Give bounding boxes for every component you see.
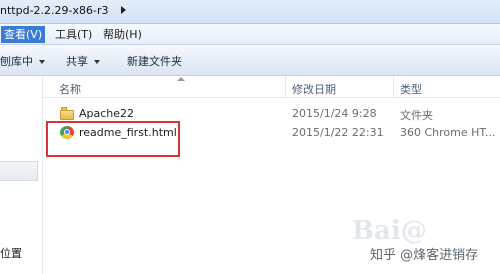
column-header-date-modified[interactable]: 修改日期 [292,81,336,97]
file-type: 360 Chrome HT... [400,126,496,139]
menu-bar: 查看(V) 工具(T) 帮助(H) [0,24,500,45]
new-folder-button[interactable]: 新建文件夹 [127,53,182,69]
baidu-watermark: Bai@ [352,216,427,246]
command-toolbar: 刨库中 共享 新建文件夹 [0,45,500,76]
column-separator[interactable] [393,76,394,98]
share-label: 共享 [66,55,88,68]
address-path[interactable]: nttpd-2.2.29-x86-r3 [0,4,109,17]
nav-selected-item[interactable] [0,161,38,181]
column-header-name[interactable]: 名称 [59,81,81,97]
breadcrumb-arrow-icon[interactable] [121,6,126,14]
column-header-type[interactable]: 类型 [400,81,422,97]
file-type: 文件夹 [400,109,433,122]
menu-help[interactable]: 帮助(H) [100,26,145,43]
address-bar[interactable]: nttpd-2.2.29-x86-r3 [0,0,500,24]
file-date-modified: 2015/1/22 22:31 [292,126,384,139]
file-list-header: 名称 修改日期 类型 [43,76,500,98]
file-name[interactable]: Apache22 [79,107,134,120]
share-button[interactable]: 共享 [66,53,100,69]
nav-item-location[interactable]: 位置 [0,245,22,261]
highlight-annotation-box [46,121,180,157]
include-in-library-button[interactable]: 刨库中 [0,53,45,69]
file-date-modified: 2015/1/24 9:28 [292,107,377,120]
folder-icon [60,107,74,120]
chevron-down-icon [39,60,45,64]
chevron-down-icon [94,60,100,64]
zhihu-credit-watermark: 知乎 @烽客进销存 [370,248,479,263]
menu-view[interactable]: 查看(V) [1,26,46,43]
navigation-pane: 位置 [0,76,42,274]
column-separator[interactable] [285,76,286,98]
menu-tools[interactable]: 工具(T) [52,26,95,43]
pane-divider[interactable] [42,76,43,274]
include-in-library-label: 刨库中 [0,55,33,68]
sort-ascending-icon [177,77,185,81]
